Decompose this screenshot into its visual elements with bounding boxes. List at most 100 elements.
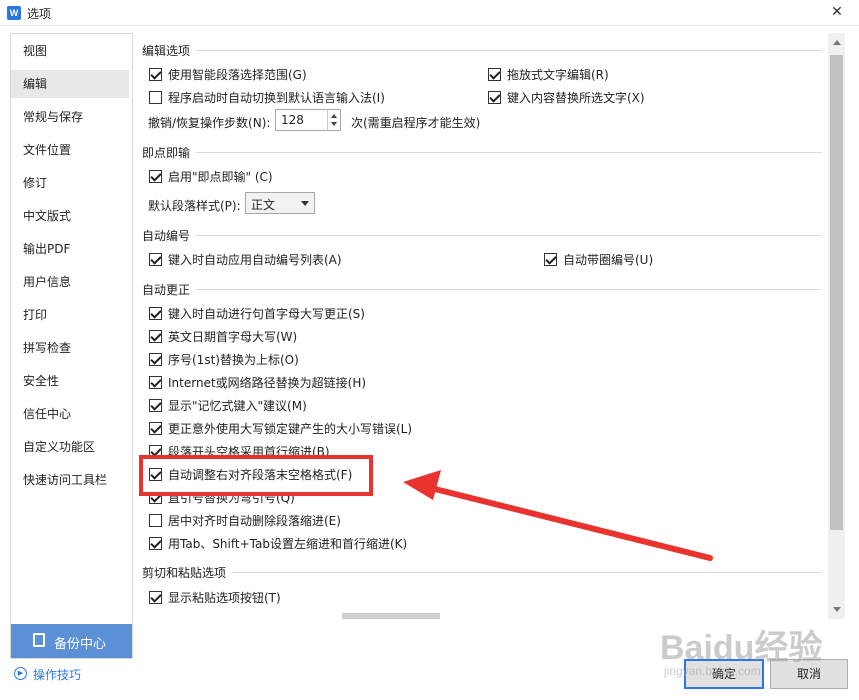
- checkbox-label: 更正意外使用大写锁定键产生的大小写错误(L): [168, 421, 413, 436]
- sidebar-item-edit[interactable]: 编辑: [11, 70, 129, 98]
- checkbox-label: 键入内容替换所选文字(X): [507, 90, 645, 105]
- checkbox-enable-click-type[interactable]: 启用"即点即输" (C): [149, 168, 273, 184]
- sidebar-item-security[interactable]: 安全性: [11, 367, 129, 395]
- watermark-url: jingyan.baidu.com: [664, 664, 761, 678]
- checkbox-box[interactable]: [149, 90, 162, 104]
- default-style-select[interactable]: 正文: [245, 192, 315, 214]
- sidebar-item-output-pdf[interactable]: 输出PDF: [11, 235, 129, 263]
- section-title-click-type: 即点即输: [142, 146, 191, 160]
- undo-steps-stepper[interactable]: 128: [275, 109, 341, 131]
- checkbox-autocorrect-center-indent[interactable]: 居中对齐时自动删除段落缩进(E): [149, 512, 341, 528]
- checkbox-drag-edit[interactable]: 拖放式文字编辑(R): [488, 66, 609, 82]
- sidebar-item-customize-ribbon[interactable]: 自定义功能区: [11, 433, 129, 461]
- checkbox-label: 显示粘贴选项按钮(T): [168, 590, 281, 605]
- checkbox-box[interactable]: [544, 252, 557, 266]
- sidebar-item-chinese-layout[interactable]: 中文版式: [11, 202, 129, 230]
- checkbox-box[interactable]: [149, 352, 162, 366]
- checkbox-autocorrect-ordinal[interactable]: 序号(1st)替换为上标(O): [149, 351, 299, 367]
- window-title: 选项: [27, 7, 52, 21]
- checkbox-autocorrect-tab-indent[interactable]: 用Tab、Shift+Tab设置左缩进和首行缩进(K): [149, 535, 407, 551]
- section-divider: [232, 572, 822, 573]
- sidebar-item-user-info[interactable]: 用户信息: [11, 268, 129, 296]
- sidebar-item-view[interactable]: 视图: [11, 37, 129, 65]
- partial-button-bar: [342, 613, 440, 619]
- annotation-arrow-icon: [403, 470, 713, 561]
- checkbox-label: 英文日期首字母大写(W): [168, 329, 298, 344]
- checkbox-label: 序号(1st)替换为上标(O): [168, 352, 299, 367]
- checkbox-box[interactable]: [149, 169, 162, 183]
- watermark-brand: Baidu经验: [660, 629, 823, 667]
- undo-steps-label: 撤销/恢复操作步数(N):: [148, 116, 271, 130]
- section-title-edit-options: 编辑选项: [142, 44, 191, 58]
- sidebar-item-trust-center[interactable]: 信任中心: [11, 400, 129, 428]
- annotation-highlight-box: [139, 455, 373, 496]
- checkbox-box[interactable]: [488, 90, 501, 104]
- checkbox-auto-ime[interactable]: 程序启动时自动切换到默认语言输入法(I): [149, 89, 385, 105]
- stepper-down-icon[interactable]: [331, 122, 337, 126]
- checkbox-box[interactable]: [149, 513, 162, 527]
- section-title-auto-number: 自动编号: [142, 229, 191, 243]
- default-style-label: 默认段落样式(P):: [148, 199, 241, 213]
- section-divider: [196, 50, 822, 51]
- operation-tips-label: 操作技巧: [33, 668, 82, 682]
- sidebar-item-print[interactable]: 打印: [11, 301, 129, 329]
- checkbox-box[interactable]: [149, 536, 162, 550]
- checkbox-box[interactable]: [149, 329, 162, 343]
- backup-center-label: 备份中心: [54, 637, 107, 652]
- checkbox-box[interactable]: [149, 67, 162, 81]
- wps-app-icon: W: [7, 6, 21, 20]
- chevron-down-icon: [301, 201, 309, 206]
- undo-steps-note: 次(需重启程序才能生效): [351, 116, 481, 130]
- checkbox-label: 居中对齐时自动删除段落缩进(E): [168, 513, 341, 528]
- scroll-down-icon[interactable]: [833, 607, 841, 612]
- close-icon[interactable]: ✕: [829, 4, 845, 20]
- checkbox-autocorrect-capslock[interactable]: 更正意外使用大写锁定键产生的大小写错误(L): [149, 420, 412, 436]
- play-circle-icon: ▶: [14, 667, 27, 680]
- checkbox-label: 拖放式文字编辑(R): [507, 67, 609, 82]
- checkbox-box[interactable]: [149, 375, 162, 389]
- options-sidebar: 视图 编辑 常规与保存 文件位置 修订 中文版式 输出PDF 用户信息 打印 拼…: [10, 33, 133, 659]
- scroll-up-icon[interactable]: [833, 40, 841, 45]
- checkbox-label: 键入时自动应用自动编号列表(A): [168, 252, 342, 267]
- sidebar-item-revision[interactable]: 修订: [11, 169, 129, 197]
- sidebar-item-general-save[interactable]: 常规与保存: [11, 103, 129, 131]
- checkbox-box[interactable]: [149, 306, 162, 320]
- sidebar-item-quick-access-toolbar[interactable]: 快速访问工具栏: [11, 466, 129, 494]
- checkbox-auto-list[interactable]: 键入时自动应用自动编号列表(A): [149, 251, 342, 267]
- section-title-paste: 剪切和粘贴选项: [142, 566, 227, 580]
- checkbox-label: 使用智能段落选择范围(G): [168, 67, 307, 82]
- stepper-up-icon[interactable]: [331, 114, 337, 118]
- checkbox-smart-paragraph[interactable]: 使用智能段落选择范围(G): [149, 66, 307, 82]
- checkbox-label: Internet或网络路径替换为超链接(H): [168, 375, 367, 390]
- checkbox-label: 用Tab、Shift+Tab设置左缩进和首行缩进(K): [168, 536, 408, 551]
- default-style-value: 正文: [251, 198, 276, 212]
- undo-steps-value[interactable]: 128: [281, 113, 304, 127]
- stepper-buttons[interactable]: [327, 110, 340, 130]
- checkbox-label: 键入时自动进行句首字母大写更正(S): [168, 306, 365, 321]
- checkbox-label: 显示"记忆式键入"建议(M): [168, 398, 307, 413]
- checkbox-autocorrect-capitalize[interactable]: 键入时自动进行句首字母大写更正(S): [149, 305, 365, 321]
- section-divider: [196, 235, 822, 236]
- checkbox-box[interactable]: [149, 252, 162, 266]
- checkbox-box[interactable]: [488, 67, 501, 81]
- checkbox-label: 程序启动时自动切换到默认语言输入法(I): [168, 90, 385, 105]
- checkbox-replace-selection[interactable]: 键入内容替换所选文字(X): [488, 89, 645, 105]
- section-divider: [196, 289, 822, 290]
- checkbox-box[interactable]: [149, 421, 162, 435]
- checkbox-circle-number[interactable]: 自动带圈编号(U): [544, 251, 653, 267]
- scroll-thumb[interactable]: [830, 55, 843, 530]
- sidebar-item-spell-check[interactable]: 拼写检查: [11, 334, 129, 362]
- checkbox-label: 自动带圈编号(U): [563, 252, 654, 267]
- checkbox-box[interactable]: [149, 590, 162, 604]
- checkbox-show-paste-button[interactable]: 显示粘贴选项按钮(T): [149, 589, 281, 605]
- title-bar: W 选项 ✕: [0, 0, 859, 26]
- checkbox-autocorrect-autocomplete[interactable]: 显示"记忆式键入"建议(M): [149, 397, 307, 413]
- sidebar-item-file-location[interactable]: 文件位置: [11, 136, 129, 164]
- backup-center-button[interactable]: 备份中心: [11, 624, 132, 658]
- checkbox-label: 启用"即点即输" (C): [168, 169, 273, 184]
- vertical-scrollbar[interactable]: [828, 33, 845, 619]
- checkbox-autocorrect-date[interactable]: 英文日期首字母大写(W): [149, 328, 297, 344]
- baidu-jingyan-watermark: Baidu经验 jingyan.baidu.com: [660, 620, 855, 695]
- checkbox-autocorrect-hyperlink[interactable]: Internet或网络路径替换为超链接(H): [149, 374, 366, 390]
- checkbox-box[interactable]: [149, 398, 162, 412]
